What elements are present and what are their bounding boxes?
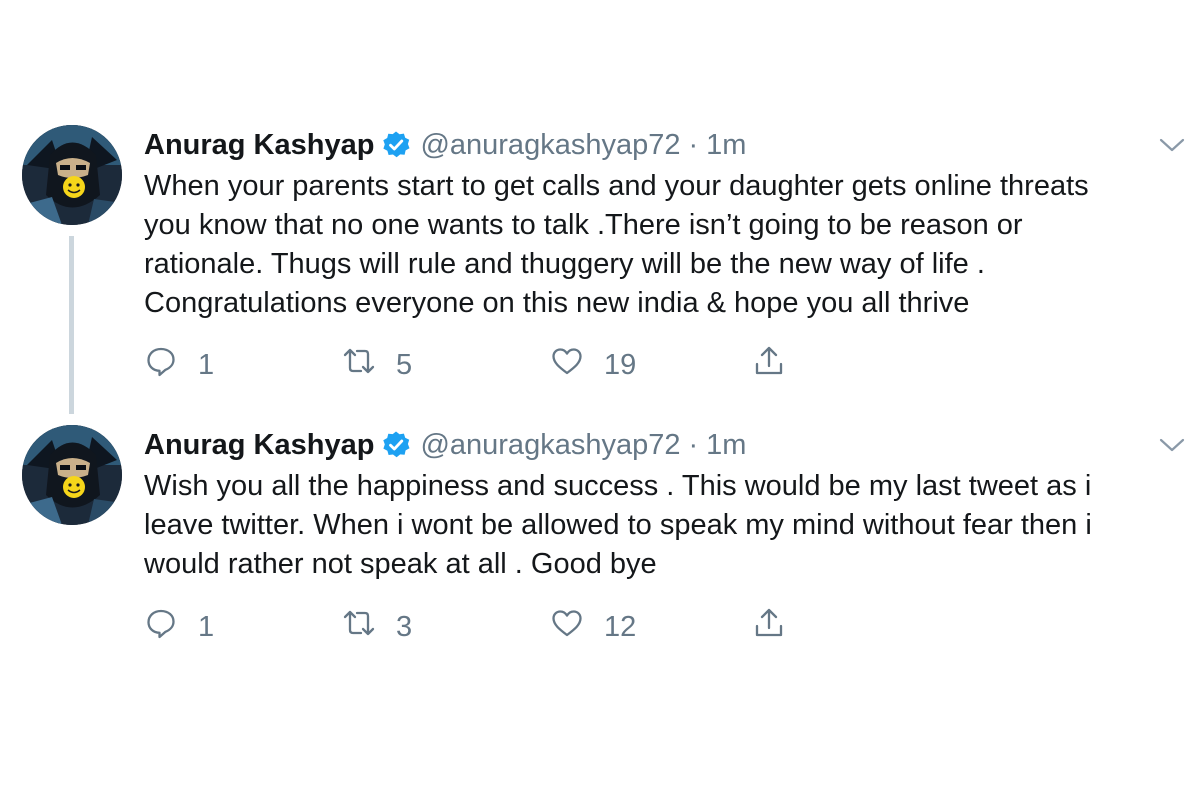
chevron-down-icon[interactable] [1158, 135, 1186, 155]
chevron-down-icon[interactable] [1158, 435, 1186, 455]
author-name[interactable]: Anurag Kashyap [144, 127, 374, 163]
tweet-text-line: Wish you all the happiness and success .… [144, 470, 1092, 502]
retweet-icon [342, 344, 376, 386]
tweet-text-line: When your parents start to get calls and… [144, 170, 1089, 202]
tweet-text-line: you know that no one wants to talk .Ther… [144, 209, 1023, 241]
tweet-header: Anurag Kashyap @anuragkashyap72 · 1m [144, 127, 746, 163]
heart-icon [550, 344, 584, 386]
like-count: 12 [604, 610, 637, 643]
tweet[interactable]: Anurag Kashyap @anuragkashyap72 · 1m Whe… [0, 125, 1200, 395]
avatar[interactable] [22, 425, 122, 525]
author-handle[interactable]: @anuragkashyap72 [420, 127, 680, 163]
tweet-text-line: Congratulations everyone on this new ind… [144, 287, 970, 319]
like-count: 19 [604, 348, 637, 381]
tweet-timestamp[interactable]: 1m [706, 127, 746, 163]
retweet-button[interactable]: 5 [342, 345, 412, 385]
heart-icon [550, 606, 584, 648]
retweet-count: 3 [396, 610, 413, 643]
reply-button[interactable]: 1 [144, 345, 214, 385]
avatar[interactable] [22, 125, 122, 225]
header-separator: · [688, 429, 699, 461]
verified-badge-icon [381, 430, 411, 460]
reply-button[interactable]: 1 [144, 607, 214, 647]
retweet-button[interactable]: 3 [342, 607, 412, 647]
reply-icon [144, 606, 178, 648]
author-name[interactable]: Anurag Kashyap [144, 427, 374, 463]
like-button[interactable]: 12 [550, 607, 636, 647]
tweet-text-line: leave twitter. When i wont be allowed to… [144, 509, 1092, 541]
tweet-header: Anurag Kashyap @anuragkashyap72 · 1m [144, 427, 746, 463]
like-button[interactable]: 19 [550, 345, 636, 385]
retweet-count: 5 [396, 348, 413, 381]
tweet-text: Wish you all the happiness and success .… [144, 467, 1184, 584]
verified-badge-icon [381, 130, 411, 160]
tweet-text-line: rationale. Thugs will rule and thuggery … [144, 248, 985, 280]
author-handle[interactable]: @anuragkashyap72 [420, 427, 680, 463]
share-button[interactable] [752, 345, 786, 385]
reply-count: 1 [198, 610, 215, 643]
share-icon [752, 606, 786, 648]
tweet-actions: 1 5 19 [144, 345, 824, 385]
header-separator: · [688, 129, 699, 161]
tweet-actions: 1 3 12 [144, 607, 824, 647]
tweet-timestamp[interactable]: 1m [706, 427, 746, 463]
share-icon [752, 344, 786, 386]
retweet-icon [342, 606, 376, 648]
tweet-text-line: would rather not speak at all . Good bye [144, 548, 657, 580]
share-button[interactable] [752, 607, 786, 647]
reply-icon [144, 344, 178, 386]
tweet[interactable]: Anurag Kashyap @anuragkashyap72 · 1m Wis… [0, 425, 1200, 655]
reply-count: 1 [198, 348, 215, 381]
tweet-text: When your parents start to get calls and… [144, 167, 1184, 323]
